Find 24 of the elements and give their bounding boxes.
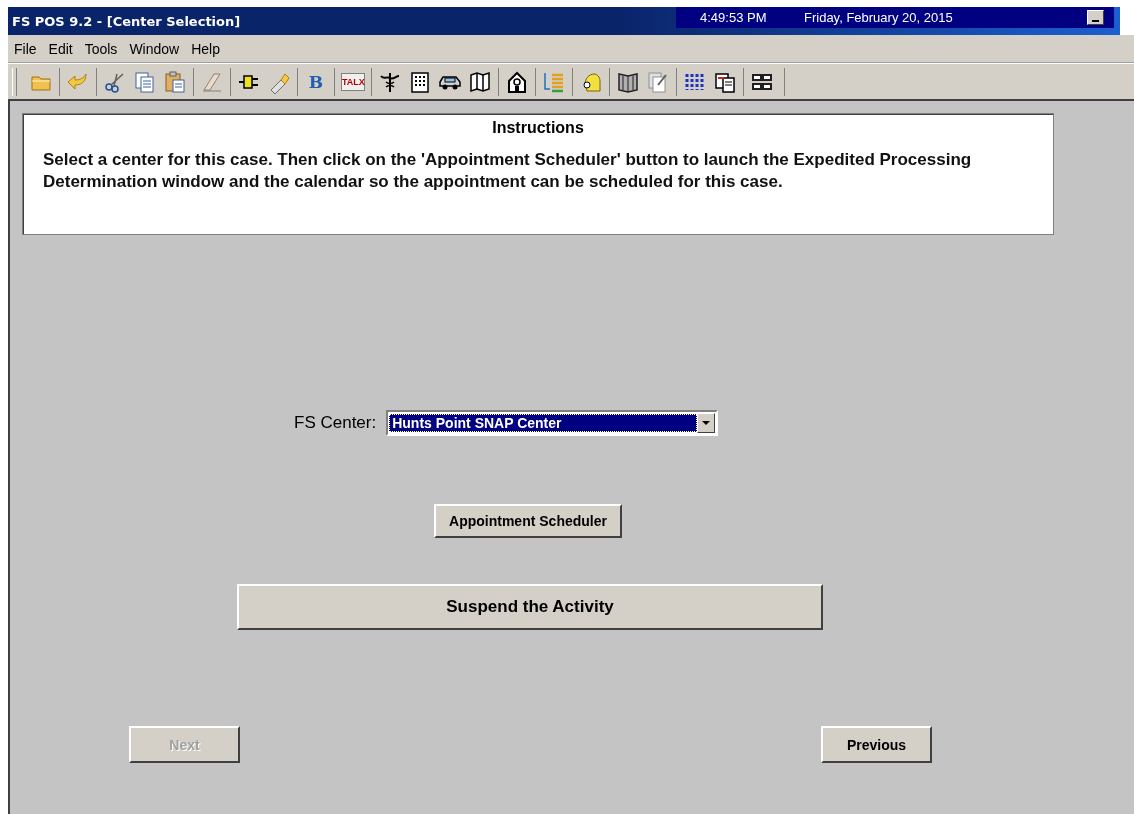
house-icon[interactable] [505,69,529,94]
menu-item[interactable]: File [8,40,43,57]
window-title: FS POS 9.2 - [Center Selection] [11,13,242,29]
copy-icon[interactable] [133,69,157,94]
minimize-button[interactable] [1087,10,1104,25]
center-label: FS Center: [294,413,377,433]
clock-date: Friday, February 20, 2015 [804,10,954,25]
building-icon[interactable] [408,69,432,94]
menu-item[interactable]: Window [123,40,186,57]
appointment-scheduler-button[interactable]: Appointment Scheduler [434,504,622,538]
menu-item[interactable]: Edit [42,40,79,57]
clock-time: 4:49:53 PM [700,10,768,25]
instructions-title: Instructions [491,119,585,137]
center-dropdown[interactable]: Hunts Point SNAP Center [386,410,719,436]
menu-item[interactable]: Tools [78,40,124,57]
toolbar-button[interactable]: TALX [341,72,365,91]
clipboard-icon[interactable] [163,69,187,94]
dropdown-arrow-icon [702,420,711,426]
suspend-button[interactable]: Suspend the Activity [237,584,823,630]
toolbar-button[interactable]: B [304,71,328,92]
map-icon[interactable] [468,69,492,94]
menu-item[interactable]: Help [185,40,226,57]
instructions-text: Select a center for this case. Then click on the 'Appointment Scheduler' button to launch the Expedited Processing Determination window and the calendar so the appointment can be scheduled for this case. [43,149,973,193]
previous-button[interactable]: Previous [821,726,932,763]
